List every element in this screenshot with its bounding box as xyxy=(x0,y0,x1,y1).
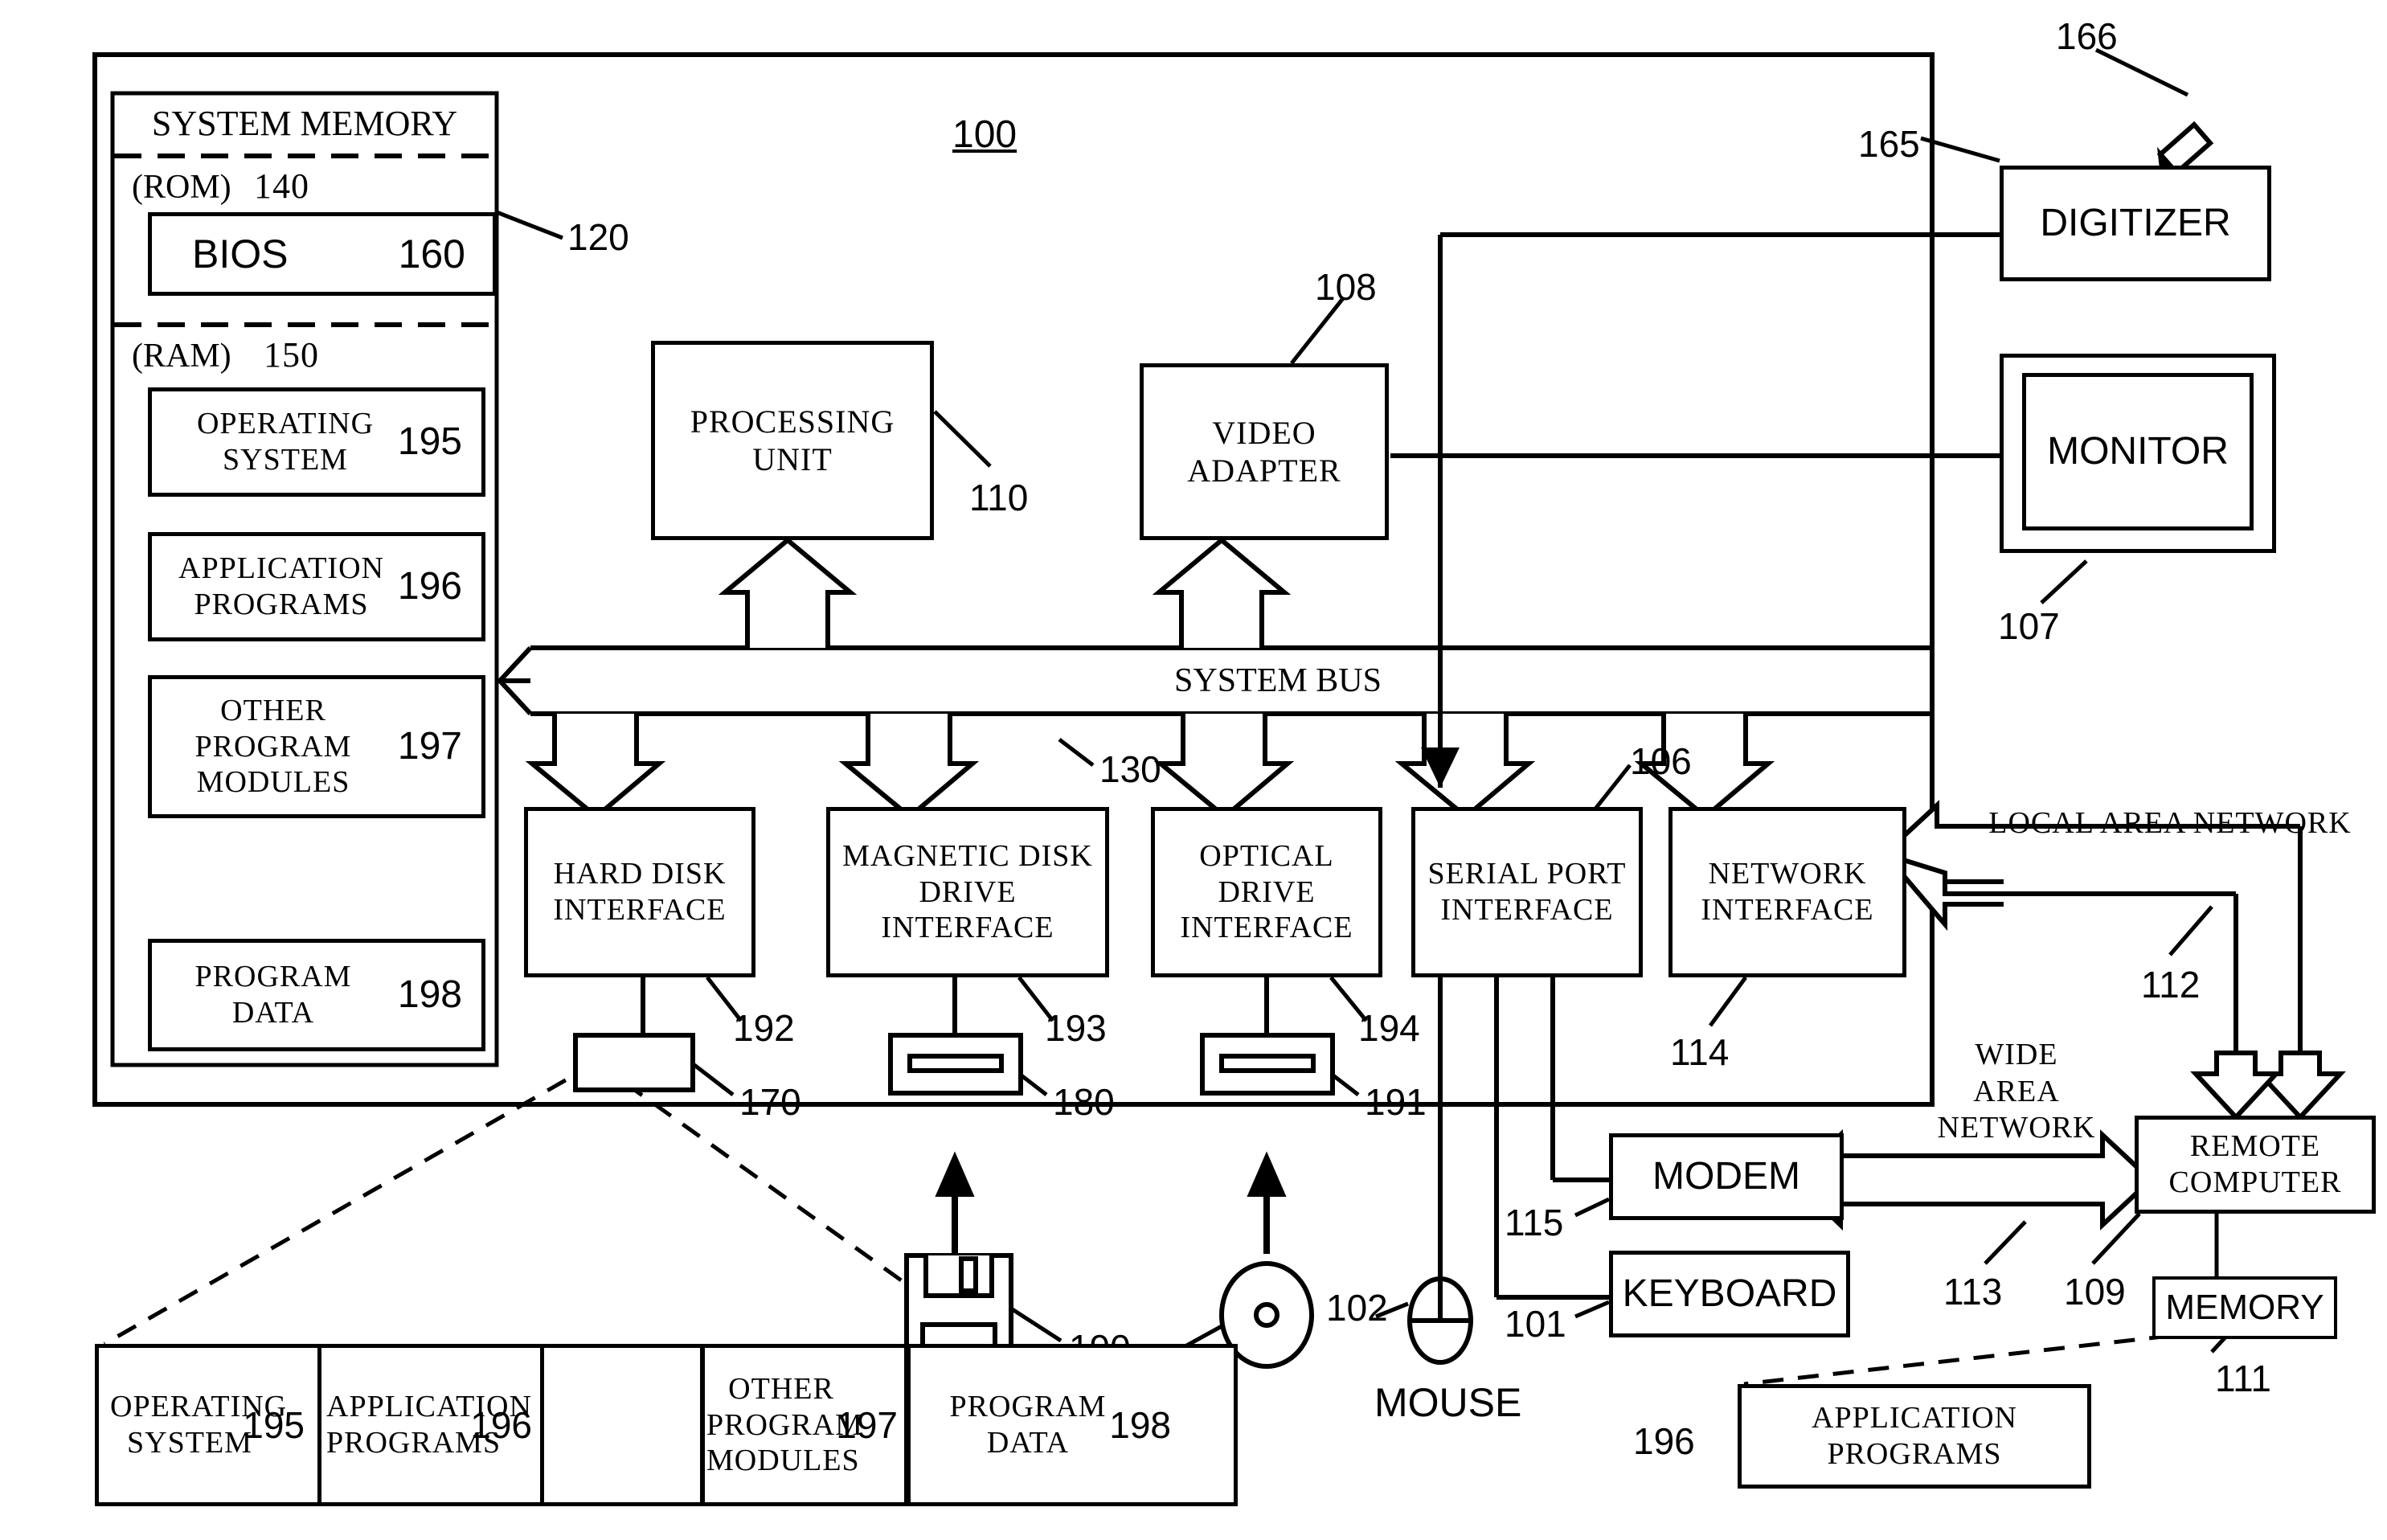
video-adapter-label: VIDEO ADAPTER xyxy=(1187,414,1341,489)
ram-item-label: OTHER PROGRAM MODULES xyxy=(194,693,352,800)
ref-108: 108 xyxy=(1315,266,1377,308)
interface-label: MAGNETIC DISK DRIVE INTERFACE xyxy=(842,838,1093,945)
modem-box: MODEM xyxy=(1609,1133,1844,1220)
rom-label: (ROM) xyxy=(132,169,231,206)
ref-102: 102 xyxy=(1326,1287,1388,1329)
processing-unit-label: PROCESSING UNIT xyxy=(690,403,895,477)
interface-label: HARD DISK INTERFACE xyxy=(553,857,727,927)
optical-drive-interface-box: OPTICAL DRIVE INTERFACE xyxy=(1151,807,1382,977)
ref-107: 107 xyxy=(1998,605,2060,647)
ram-label: (RAM) xyxy=(132,338,231,375)
ref-196-remote: 196 xyxy=(1633,1420,1695,1462)
storage-detail-ref: 197 xyxy=(836,1403,898,1446)
system-bus-label: SYSTEM BUS xyxy=(1174,662,1382,699)
storage-detail-cell-operating-system: OPERATING SYSTEM 195 xyxy=(95,1344,321,1506)
digitizer-box: DIGITIZER xyxy=(2000,166,2271,281)
storage-detail-ref: 198 xyxy=(1109,1403,1171,1446)
storage-detail-label: PROGRAM DATA xyxy=(949,1390,1107,1460)
ref-130: 130 xyxy=(1099,748,1161,790)
ref-194: 194 xyxy=(1358,1007,1420,1049)
bios-ref: 160 xyxy=(398,231,465,276)
interface-label: OPTICAL DRIVE INTERFACE xyxy=(1180,838,1353,945)
storage-detail-cell-spacer xyxy=(540,1344,704,1506)
digitizer-label: DIGITIZER xyxy=(2040,201,2231,244)
ref-193: 193 xyxy=(1045,1007,1107,1049)
monitor-screen: MONITOR xyxy=(2022,373,2254,530)
ref-101: 101 xyxy=(1505,1303,1566,1345)
ram-item-program-data: PROGRAM DATA 198 xyxy=(148,939,485,1051)
ram-item-ref: 196 xyxy=(397,564,462,608)
ram-item-label: OPERATING SYSTEM xyxy=(196,407,375,477)
ref-113: 113 xyxy=(1943,1271,2003,1313)
lan-label: LOCAL AREA NETWORK xyxy=(1988,806,2352,840)
storage-detail-ref: 195 xyxy=(243,1403,305,1446)
remote-app-programs-label: APPLICATION PROGRAMS xyxy=(1812,1401,2017,1471)
ram-item-ref: 197 xyxy=(397,724,462,768)
remote-application-programs-box: APPLICATION PROGRAMS xyxy=(1738,1384,2091,1489)
ref-150: 150 xyxy=(264,335,319,375)
ram-item-ref: 198 xyxy=(397,973,462,1016)
ref-110: 110 xyxy=(969,477,1029,518)
ref-114: 114 xyxy=(1670,1031,1730,1073)
ref-192-hdi: 192 xyxy=(733,1007,795,1049)
ram-item-label: PROGRAM DATA xyxy=(194,960,352,1030)
ref-170: 170 xyxy=(739,1081,801,1123)
video-adapter-box: VIDEO ADAPTER xyxy=(1140,363,1389,540)
monitor-label: MONITOR xyxy=(2047,429,2229,473)
remote-computer-label: REMOTE COMPUTER xyxy=(2168,1129,2342,1199)
wan-label: WIDE AREA NETWORK xyxy=(1937,1038,2096,1145)
ref-112: 112 xyxy=(2141,964,2201,1006)
ram-item-ref: 195 xyxy=(397,420,462,463)
network-interface-box: NETWORK INTERFACE xyxy=(1668,807,1906,977)
storage-detail-cell-application-programs: APPLICATION PROGRAMS 196 xyxy=(317,1344,544,1506)
hard-disk-interface-box: HARD DISK INTERFACE xyxy=(524,807,755,977)
ram-item-other-program-modules: OTHER PROGRAM MODULES 197 xyxy=(148,675,485,818)
ram-item-label: APPLICATION PROGRAMS xyxy=(178,551,384,621)
ref-115: 115 xyxy=(1505,1202,1564,1243)
ref-111: 111 xyxy=(2215,1358,2271,1399)
patent-figure-canvas: 100 SYSTEM MEMORY 120 (ROM) 140 BIOS 160… xyxy=(0,0,2387,1540)
keyboard-box: KEYBOARD xyxy=(1609,1251,1850,1337)
remote-memory-label: MEMORY xyxy=(2165,1288,2324,1328)
bios-box: BIOS 160 xyxy=(148,212,497,296)
bios-label: BIOS xyxy=(192,231,289,276)
ref-180: 180 xyxy=(1053,1081,1115,1123)
storage-detail-ref: 196 xyxy=(470,1403,532,1446)
remote-computer-box: REMOTE COMPUTER xyxy=(2135,1116,2376,1214)
ram-item-operating-system: OPERATING SYSTEM 195 xyxy=(148,387,485,497)
interface-label: SERIAL PORT INTERFACE xyxy=(1427,857,1627,927)
serial-port-interface-box: SERIAL PORT INTERFACE xyxy=(1411,807,1643,977)
figure-number: 100 xyxy=(952,113,1017,156)
keyboard-label: KEYBOARD xyxy=(1622,1272,1837,1315)
ref-140: 140 xyxy=(254,166,309,206)
storage-detail-cell-program-data: PROGRAM DATA 198 xyxy=(907,1344,1238,1506)
processing-unit-box: PROCESSING UNIT xyxy=(651,341,934,540)
interface-label: NETWORK INTERFACE xyxy=(1701,857,1874,927)
ref-106: 106 xyxy=(1630,740,1692,782)
ram-item-application-programs: APPLICATION PROGRAMS 196 xyxy=(148,532,485,641)
ref-191: 191 xyxy=(1365,1081,1427,1123)
ref-166-stylus: 166 xyxy=(2056,15,2118,57)
ref-120: 120 xyxy=(567,216,629,258)
modem-label: MODEM xyxy=(1652,1154,1800,1198)
storage-detail-label: OTHER PROGRAM MODULES xyxy=(706,1371,863,1478)
mouse-label: MOUSE xyxy=(1374,1380,1522,1425)
storage-detail-cell-other-program-modules: OTHER PROGRAM MODULES 197 xyxy=(701,1344,908,1506)
remote-memory-box: MEMORY xyxy=(2152,1276,2337,1339)
ref-165: 165 xyxy=(1858,123,1920,165)
magnetic-disk-drive-interface-box: MAGNETIC DISK DRIVE INTERFACE xyxy=(826,807,1109,977)
system-memory-title: SYSTEM MEMORY xyxy=(151,104,458,143)
ref-109: 109 xyxy=(2064,1271,2126,1313)
